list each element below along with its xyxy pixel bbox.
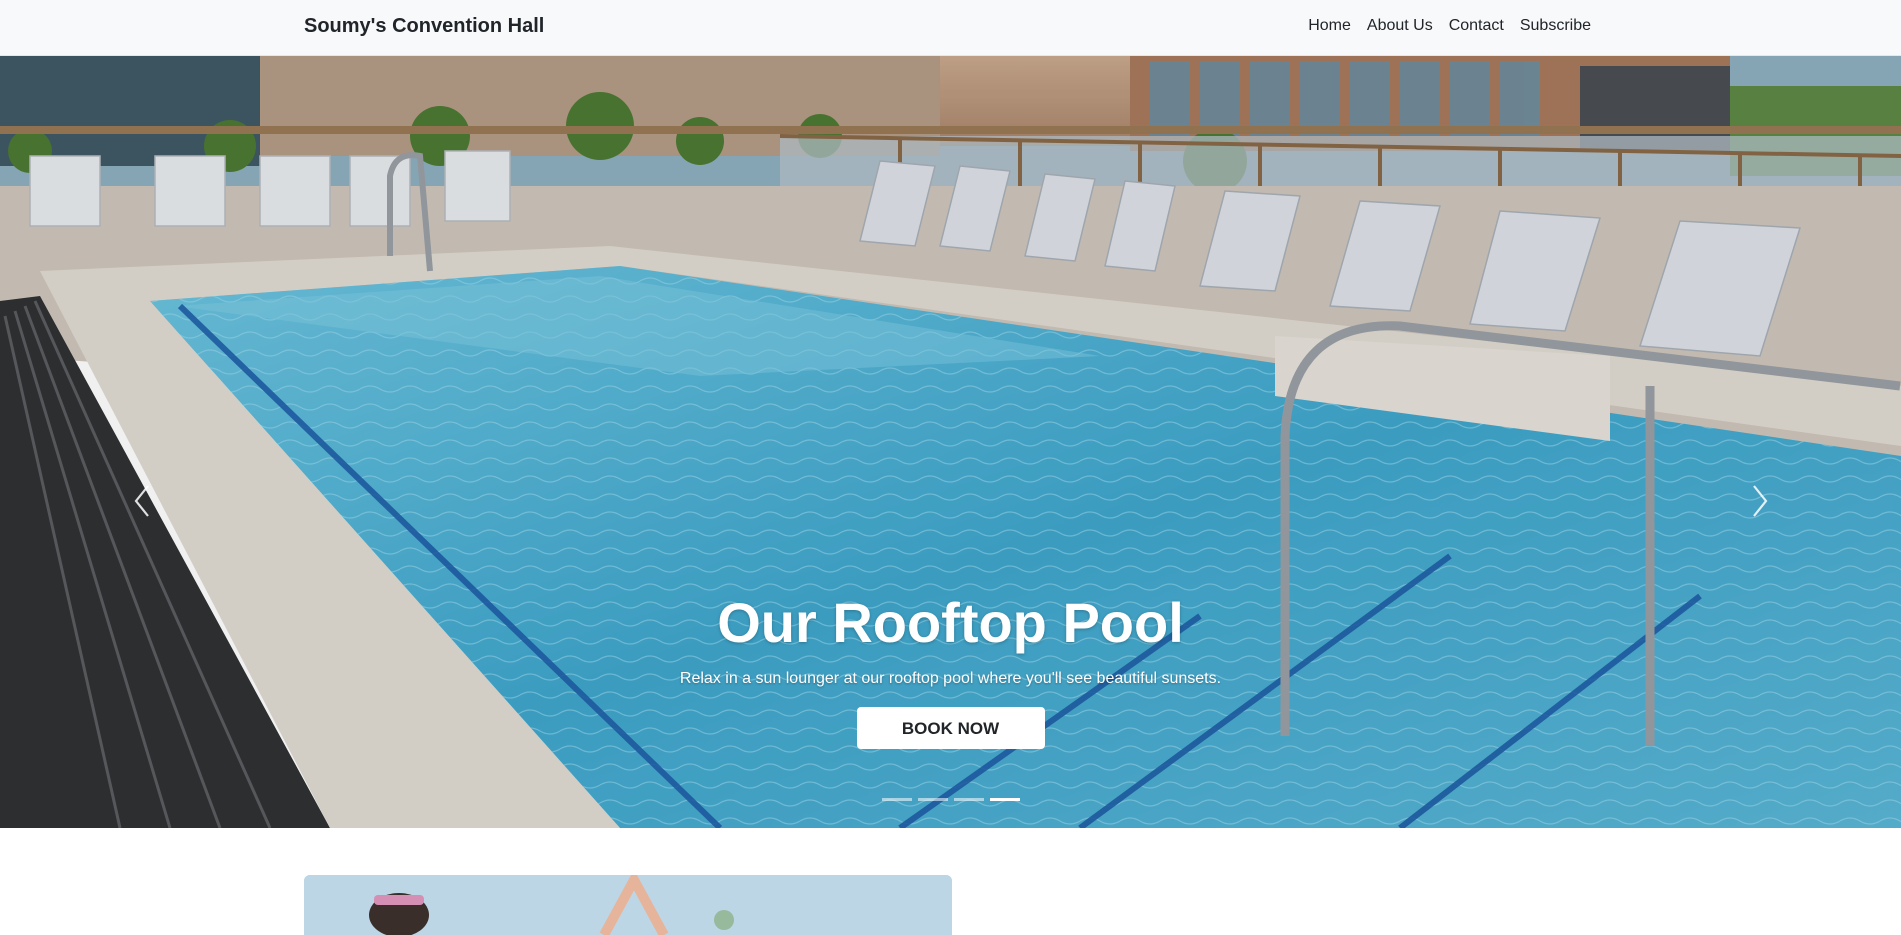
carousel-prev-button[interactable] (122, 476, 162, 526)
carousel-next-button[interactable] (1740, 476, 1780, 526)
carousel-indicators (882, 798, 1020, 801)
book-now-button[interactable]: BOOK NOW (856, 707, 1045, 749)
hero-title: Our Rooftop Pool (717, 591, 1184, 654)
carousel-indicator-4[interactable] (990, 798, 1020, 801)
carousel-caption: Our Rooftop Pool Relax in a sun lounger … (0, 591, 1901, 749)
nav-links: Home About Us Contact Subscribe (1308, 17, 1591, 35)
nav-link-subscribe[interactable]: Subscribe (1520, 17, 1591, 35)
chevron-left-icon (134, 485, 149, 517)
carousel-indicator-3[interactable] (954, 798, 984, 801)
carousel-indicator-1[interactable] (882, 798, 912, 801)
hero-subtitle: Relax in a sun lounger at our rooftop po… (679, 670, 1222, 687)
nav-link-home[interactable]: Home (1308, 17, 1351, 35)
yoga-photo (304, 875, 952, 935)
top-navbar: Soumy's Convention Hall Home About Us Co… (0, 0, 1901, 56)
brand-logo-text[interactable]: Soumy's Convention Hall (304, 15, 544, 38)
feature-card-image (304, 875, 952, 935)
chevron-right-icon (1753, 485, 1768, 517)
nav-link-about-us[interactable]: About Us (1367, 17, 1433, 35)
hero-carousel: Our Rooftop Pool Relax in a sun lounger … (0, 56, 1901, 828)
nav-link-contact[interactable]: Contact (1449, 17, 1504, 35)
carousel-indicator-2[interactable] (918, 798, 948, 801)
